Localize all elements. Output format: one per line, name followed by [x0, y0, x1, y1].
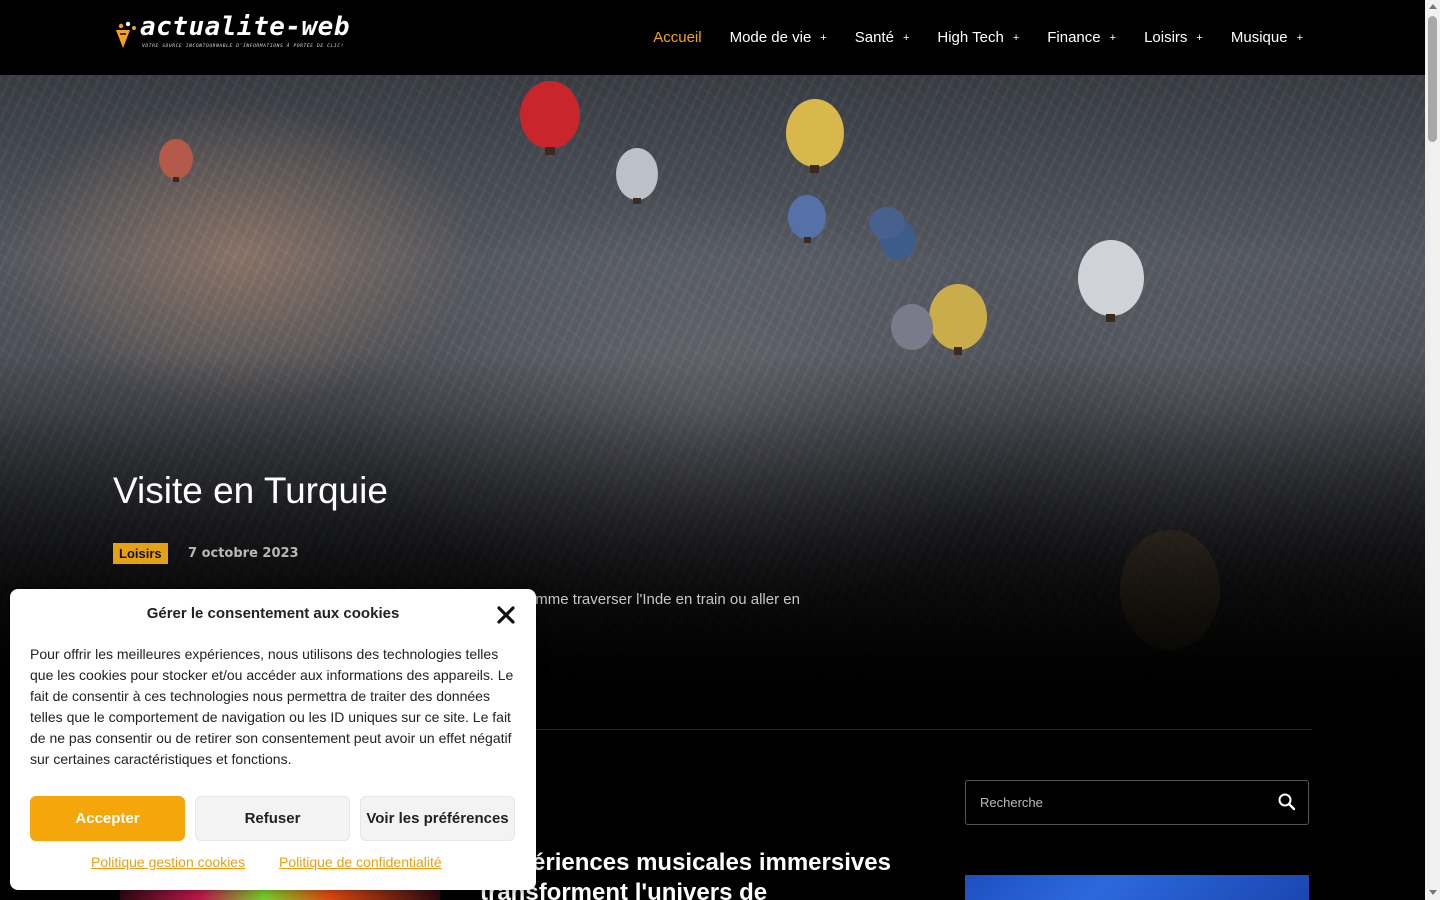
nav-item-label: Mode de vie	[729, 29, 812, 46]
balloon-small-left	[159, 139, 193, 182]
page-scrollbar[interactable]	[1425, 0, 1440, 900]
article-title[interactable]: …xpériences musicales immersives transfo…	[480, 848, 900, 900]
sidebar-featured-image[interactable]	[965, 875, 1309, 900]
post-date: 7 octobre 2023	[188, 546, 299, 561]
search-box	[965, 780, 1309, 825]
logo-mark-icon	[116, 21, 136, 48]
search-icon[interactable]	[1276, 791, 1298, 813]
cookie-policy-link[interactable]: Politique gestion cookies	[91, 854, 245, 870]
balloon-yellow-blue	[891, 284, 987, 355]
hero-title[interactable]: Visite en Turquie	[113, 470, 388, 512]
nav-item-label: Finance	[1047, 29, 1101, 46]
nav-item-mode-de-vie[interactable]: Mode de vie +	[730, 29, 827, 46]
plus-icon[interactable]: +	[1110, 32, 1116, 44]
close-icon[interactable]	[496, 605, 516, 625]
balloon-blue-striped	[788, 195, 826, 243]
logo-tagline: Votre source incontournable d'informatio…	[142, 44, 344, 49]
nav-item-high-tech[interactable]: High Tech +	[937, 29, 1019, 46]
cookie-consent-modal: Gérer le consentement aux cookies Pour o…	[10, 589, 536, 890]
view-preferences-button[interactable]: Voir les préférences	[360, 796, 515, 841]
nav-item-label: Santé	[854, 29, 894, 46]
scroll-up-arrow-icon[interactable]	[1429, 4, 1437, 9]
balloon-white	[1078, 240, 1144, 322]
plus-icon[interactable]: +	[1196, 32, 1202, 44]
refuse-button[interactable]: Refuser	[195, 796, 350, 841]
balloon-yellow	[786, 99, 844, 173]
scrollbar-thumb[interactable]	[1428, 16, 1437, 142]
balloon-grey	[616, 148, 658, 204]
plus-icon[interactable]: +	[1297, 32, 1303, 44]
nav-item-finance[interactable]: Finance +	[1047, 29, 1116, 46]
category-badge[interactable]: Loisirs	[113, 543, 168, 564]
nav-item-loisirs[interactable]: Loisirs +	[1144, 29, 1203, 46]
nav-item-musique[interactable]: Musique +	[1231, 29, 1303, 46]
balloon-red	[520, 81, 580, 155]
site-header: actualite-web Votre source incontournabl…	[0, 0, 1425, 75]
cookie-modal-body: Pour offrir les meilleures expériences, …	[30, 646, 514, 767]
logo-text: actualite-web	[140, 12, 350, 42]
cookie-modal-title: Gérer le consentement aux cookies	[146, 605, 400, 622]
main-nav: Accueil Mode de vie + Santé + High Tech …	[625, 0, 1303, 75]
plus-icon[interactable]: +	[1013, 32, 1019, 44]
nav-item-sante[interactable]: Santé +	[855, 29, 910, 46]
plus-icon[interactable]: +	[903, 32, 909, 44]
nav-item-label: Accueil	[653, 29, 702, 46]
accept-button[interactable]: Accepter	[30, 796, 185, 841]
privacy-policy-link[interactable]: Politique de confidentialité	[279, 854, 442, 870]
scroll-down-arrow-icon[interactable]	[1429, 890, 1437, 895]
site-logo[interactable]: actualite-web Votre source incontournabl…	[114, 12, 350, 58]
nav-item-label: High Tech	[937, 29, 1004, 46]
nav-item-label: Loisirs	[1144, 29, 1188, 46]
nav-item-label: Musique	[1230, 29, 1288, 46]
nav-item-accueil[interactable]: Accueil	[653, 29, 701, 46]
search-input[interactable]	[966, 781, 1266, 824]
balloon-blue	[869, 207, 916, 260]
plus-icon[interactable]: +	[820, 32, 826, 44]
